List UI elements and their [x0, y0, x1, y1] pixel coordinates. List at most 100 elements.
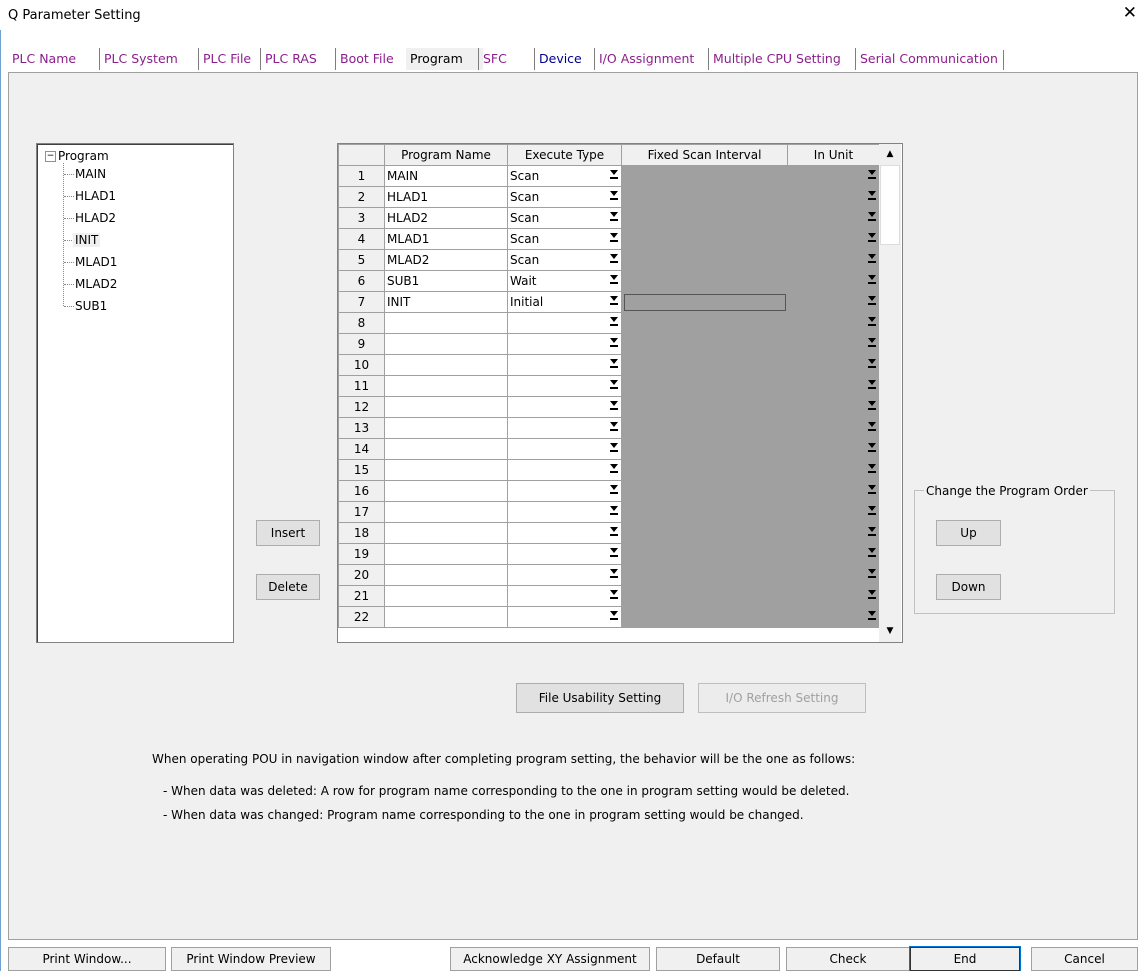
program-name-cell[interactable]	[384, 333, 508, 355]
program-name-cell[interactable]	[384, 417, 508, 439]
dropdown-arrow-icon[interactable]	[868, 254, 876, 263]
execute-type-select[interactable]: Scan	[507, 228, 622, 250]
tab-serial-communication[interactable]: Serial Communication	[855, 48, 998, 70]
default-button[interactable]: Default	[656, 947, 780, 971]
tab-io-assignment[interactable]: I/O Assignment	[594, 48, 694, 70]
in-unit-select[interactable]	[787, 585, 880, 607]
execute-type-select[interactable]	[507, 564, 622, 586]
dropdown-arrow-icon[interactable]	[610, 233, 618, 242]
up-button[interactable]: Up	[936, 520, 1001, 546]
program-name-cell[interactable]	[384, 501, 508, 523]
dropdown-arrow-icon[interactable]	[610, 212, 618, 221]
tree-root[interactable]: − Program	[45, 149, 109, 163]
dropdown-arrow-icon[interactable]	[868, 170, 876, 179]
in-unit-select[interactable]	[787, 207, 880, 229]
end-button[interactable]: End	[909, 946, 1021, 971]
dropdown-arrow-icon[interactable]	[868, 212, 876, 221]
dropdown-arrow-icon[interactable]	[610, 254, 618, 263]
program-name-cell[interactable]: MLAD2	[384, 249, 508, 271]
execute-type-select[interactable]: Wait	[507, 270, 622, 292]
program-name-cell[interactable]	[384, 543, 508, 565]
dropdown-arrow-icon[interactable]	[868, 233, 876, 242]
in-unit-select[interactable]	[787, 333, 880, 355]
in-unit-select[interactable]	[787, 291, 880, 313]
print-window-preview-button[interactable]: Print Window Preview	[171, 947, 331, 971]
program-name-cell[interactable]: SUB1	[384, 270, 508, 292]
dropdown-arrow-icon[interactable]	[610, 170, 618, 179]
dropdown-arrow-icon[interactable]	[610, 548, 618, 557]
insert-button[interactable]: Insert	[256, 520, 320, 546]
tree-item-hlad2[interactable]: HLAD2	[75, 211, 116, 225]
tree-item-hlad1[interactable]: HLAD1	[75, 189, 116, 203]
dropdown-arrow-icon[interactable]	[868, 296, 876, 305]
program-name-cell[interactable]	[384, 438, 508, 460]
dropdown-arrow-icon[interactable]	[868, 275, 876, 284]
close-icon[interactable]: ✕	[1123, 5, 1137, 22]
program-tree[interactable]: − Program MAIN HLAD1 HLAD2 INIT MLAD1 MLA…	[36, 143, 234, 643]
tab-plc-name[interactable]: PLC Name	[8, 48, 76, 70]
dropdown-arrow-icon[interactable]	[610, 191, 618, 200]
execute-type-select[interactable]	[507, 480, 622, 502]
tab-plc-ras[interactable]: PLC RAS	[260, 48, 317, 70]
dropdown-arrow-icon[interactable]	[610, 569, 618, 578]
dropdown-arrow-icon[interactable]	[610, 317, 618, 326]
scrollbar-thumb[interactable]	[880, 165, 900, 245]
tree-item-mlad1[interactable]: MLAD1	[75, 255, 117, 269]
dropdown-arrow-icon[interactable]	[610, 527, 618, 536]
in-unit-select[interactable]	[787, 354, 880, 376]
program-name-cell[interactable]	[384, 396, 508, 418]
dropdown-arrow-icon[interactable]	[868, 443, 876, 452]
dropdown-arrow-icon[interactable]	[610, 401, 618, 410]
tab-boot-file[interactable]: Boot File	[335, 48, 394, 70]
in-unit-select[interactable]	[787, 228, 880, 250]
cancel-button[interactable]: Cancel	[1031, 947, 1138, 971]
tab-plc-system[interactable]: PLC System	[99, 48, 178, 70]
in-unit-select[interactable]	[787, 459, 880, 481]
program-name-cell[interactable]: MLAD1	[384, 228, 508, 250]
in-unit-select[interactable]	[787, 606, 880, 628]
execute-type-select[interactable]	[507, 459, 622, 481]
scroll-down-icon[interactable]: ▼	[880, 621, 900, 641]
execute-type-select[interactable]	[507, 543, 622, 565]
tab-multiple-cpu-setting[interactable]: Multiple CPU Setting	[708, 48, 841, 70]
in-unit-select[interactable]	[787, 186, 880, 208]
in-unit-select[interactable]	[787, 543, 880, 565]
dropdown-arrow-icon[interactable]	[868, 611, 876, 620]
dropdown-arrow-icon[interactable]	[868, 548, 876, 557]
program-grid[interactable]: Program Name Execute Type Fixed Scan Int…	[337, 143, 903, 643]
dropdown-arrow-icon[interactable]	[868, 590, 876, 599]
file-usability-setting-button[interactable]: File Usability Setting	[516, 683, 684, 713]
program-name-cell[interactable]: HLAD1	[384, 186, 508, 208]
dropdown-arrow-icon[interactable]	[610, 611, 618, 620]
execute-type-select[interactable]	[507, 501, 622, 523]
program-name-cell[interactable]	[384, 480, 508, 502]
in-unit-select[interactable]	[787, 564, 880, 586]
program-name-cell[interactable]	[384, 459, 508, 481]
dropdown-arrow-icon[interactable]	[868, 191, 876, 200]
program-name-cell[interactable]: INIT	[384, 291, 508, 313]
program-name-cell[interactable]	[384, 312, 508, 334]
in-unit-select[interactable]	[787, 375, 880, 397]
execute-type-select[interactable]	[507, 417, 622, 439]
in-unit-select[interactable]	[787, 249, 880, 271]
dropdown-arrow-icon[interactable]	[868, 464, 876, 473]
dropdown-arrow-icon[interactable]	[868, 380, 876, 389]
dropdown-arrow-icon[interactable]	[868, 422, 876, 431]
dropdown-arrow-icon[interactable]	[868, 506, 876, 515]
down-button[interactable]: Down	[936, 574, 1001, 600]
dropdown-arrow-icon[interactable]	[610, 464, 618, 473]
program-name-cell[interactable]: MAIN	[384, 165, 508, 187]
in-unit-select[interactable]	[787, 270, 880, 292]
dropdown-arrow-icon[interactable]	[868, 527, 876, 536]
execute-type-select[interactable]	[507, 522, 622, 544]
execute-type-select[interactable]	[507, 312, 622, 334]
tab-device[interactable]: Device	[534, 48, 582, 70]
dropdown-arrow-icon[interactable]	[868, 569, 876, 578]
program-name-cell[interactable]	[384, 354, 508, 376]
dropdown-arrow-icon[interactable]	[610, 296, 618, 305]
dropdown-arrow-icon[interactable]	[868, 485, 876, 494]
collapse-icon[interactable]: −	[45, 151, 56, 162]
check-button[interactable]: Check	[786, 947, 910, 971]
tree-item-mlad2[interactable]: MLAD2	[75, 277, 117, 291]
io-refresh-setting-button[interactable]: I/O Refresh Setting	[698, 683, 866, 713]
